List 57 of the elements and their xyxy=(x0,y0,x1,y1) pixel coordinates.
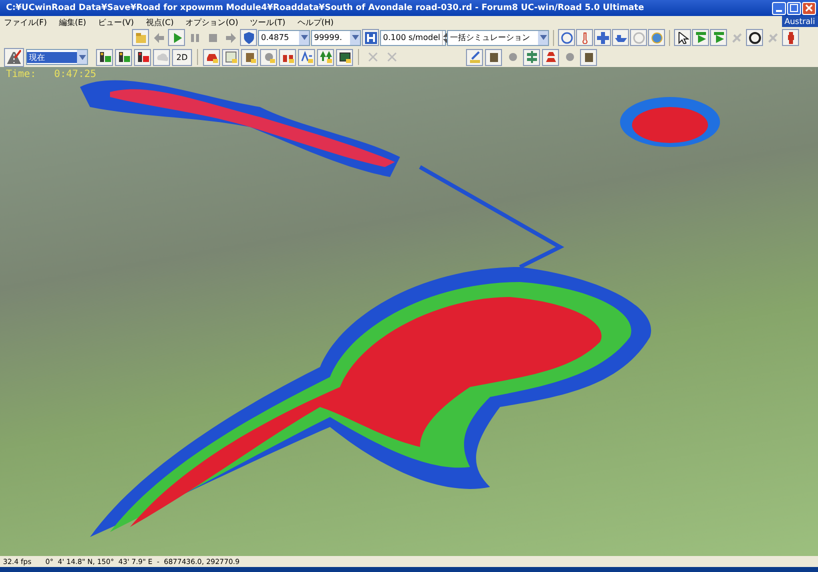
pointer-icon xyxy=(676,32,688,44)
corner-tab[interactable]: Australi xyxy=(782,16,818,27)
menu-item[interactable]: ビュー(V) xyxy=(98,16,134,28)
shield-icon xyxy=(242,32,254,44)
menu-item[interactable]: ツール(T) xyxy=(250,16,286,28)
toolbar-button[interactable] xyxy=(485,48,502,66)
toolbar-button[interactable] xyxy=(674,29,691,46)
toolbar-button[interactable] xyxy=(134,48,151,66)
pause-icon xyxy=(188,32,200,44)
toolbar-button[interactable] xyxy=(580,48,597,66)
dropdown-arrow-icon xyxy=(540,35,546,40)
stop-icon xyxy=(206,32,218,44)
toolbar-button[interactable] xyxy=(336,48,353,66)
open-folder-icon xyxy=(134,32,146,44)
map-icon xyxy=(224,51,236,63)
value-field[interactable]: 0.100 s/model xyxy=(380,30,446,46)
forward-arrow-icon xyxy=(224,32,236,44)
road-icon xyxy=(7,50,21,64)
close-icon xyxy=(805,4,813,12)
dropdown-arrow-icon xyxy=(300,35,308,40)
value-field[interactable]: 99999. xyxy=(311,30,361,46)
toolbar-button[interactable] xyxy=(96,48,113,66)
menu-item[interactable]: 視点(C) xyxy=(146,16,174,28)
toolbar-button[interactable] xyxy=(746,29,763,46)
view-select[interactable]: 現在 xyxy=(26,49,88,65)
dropdown-arrow-icon xyxy=(352,35,358,40)
simulation-time: Time: 0:47:25 xyxy=(6,69,96,80)
play-icon xyxy=(712,32,724,44)
pencil-icon xyxy=(468,51,480,63)
maximize-button[interactable] xyxy=(787,2,801,14)
menu-item[interactable]: 編集(E) xyxy=(58,16,86,28)
screen-icon xyxy=(338,51,350,63)
plus-icon xyxy=(596,32,608,44)
car-icon xyxy=(206,51,218,63)
back-arrow-icon xyxy=(152,32,164,44)
window-title: C:¥UCwinRoad Data¥Save¥Road for xpowmm Module4¥Roaddata¥South of Avondale road-030.rd - Forum8 UC-win/Road 5.0 Ultimate xyxy=(6,3,645,13)
minimize-button[interactable] xyxy=(772,2,786,14)
dropdown-arrow-icon xyxy=(78,54,86,60)
cloud-icon xyxy=(156,51,168,63)
maximize-icon xyxy=(790,4,798,12)
cross-icon xyxy=(366,51,378,63)
value-field[interactable]: 0.4875 xyxy=(258,30,310,46)
letter-h-icon xyxy=(364,32,376,44)
2d-button[interactable]: 2D xyxy=(172,48,192,66)
traffic-light-icon xyxy=(118,51,130,63)
play-icon xyxy=(694,32,706,44)
value-field[interactable]: 一括シミュレーション xyxy=(447,30,549,46)
toolbar-button[interactable] xyxy=(115,48,132,66)
menu-item[interactable]: ファイル(F) xyxy=(4,16,47,28)
traffic-light-icon xyxy=(98,51,110,63)
close-button[interactable] xyxy=(802,2,816,14)
globe-icon xyxy=(650,32,662,44)
traffic-light-icon xyxy=(136,51,148,63)
tree-icon xyxy=(320,51,332,63)
menu-item[interactable]: ヘルプ(H) xyxy=(297,16,334,28)
menu-item[interactable]: オプション(O) xyxy=(186,16,238,28)
signpost-icon xyxy=(526,51,538,63)
